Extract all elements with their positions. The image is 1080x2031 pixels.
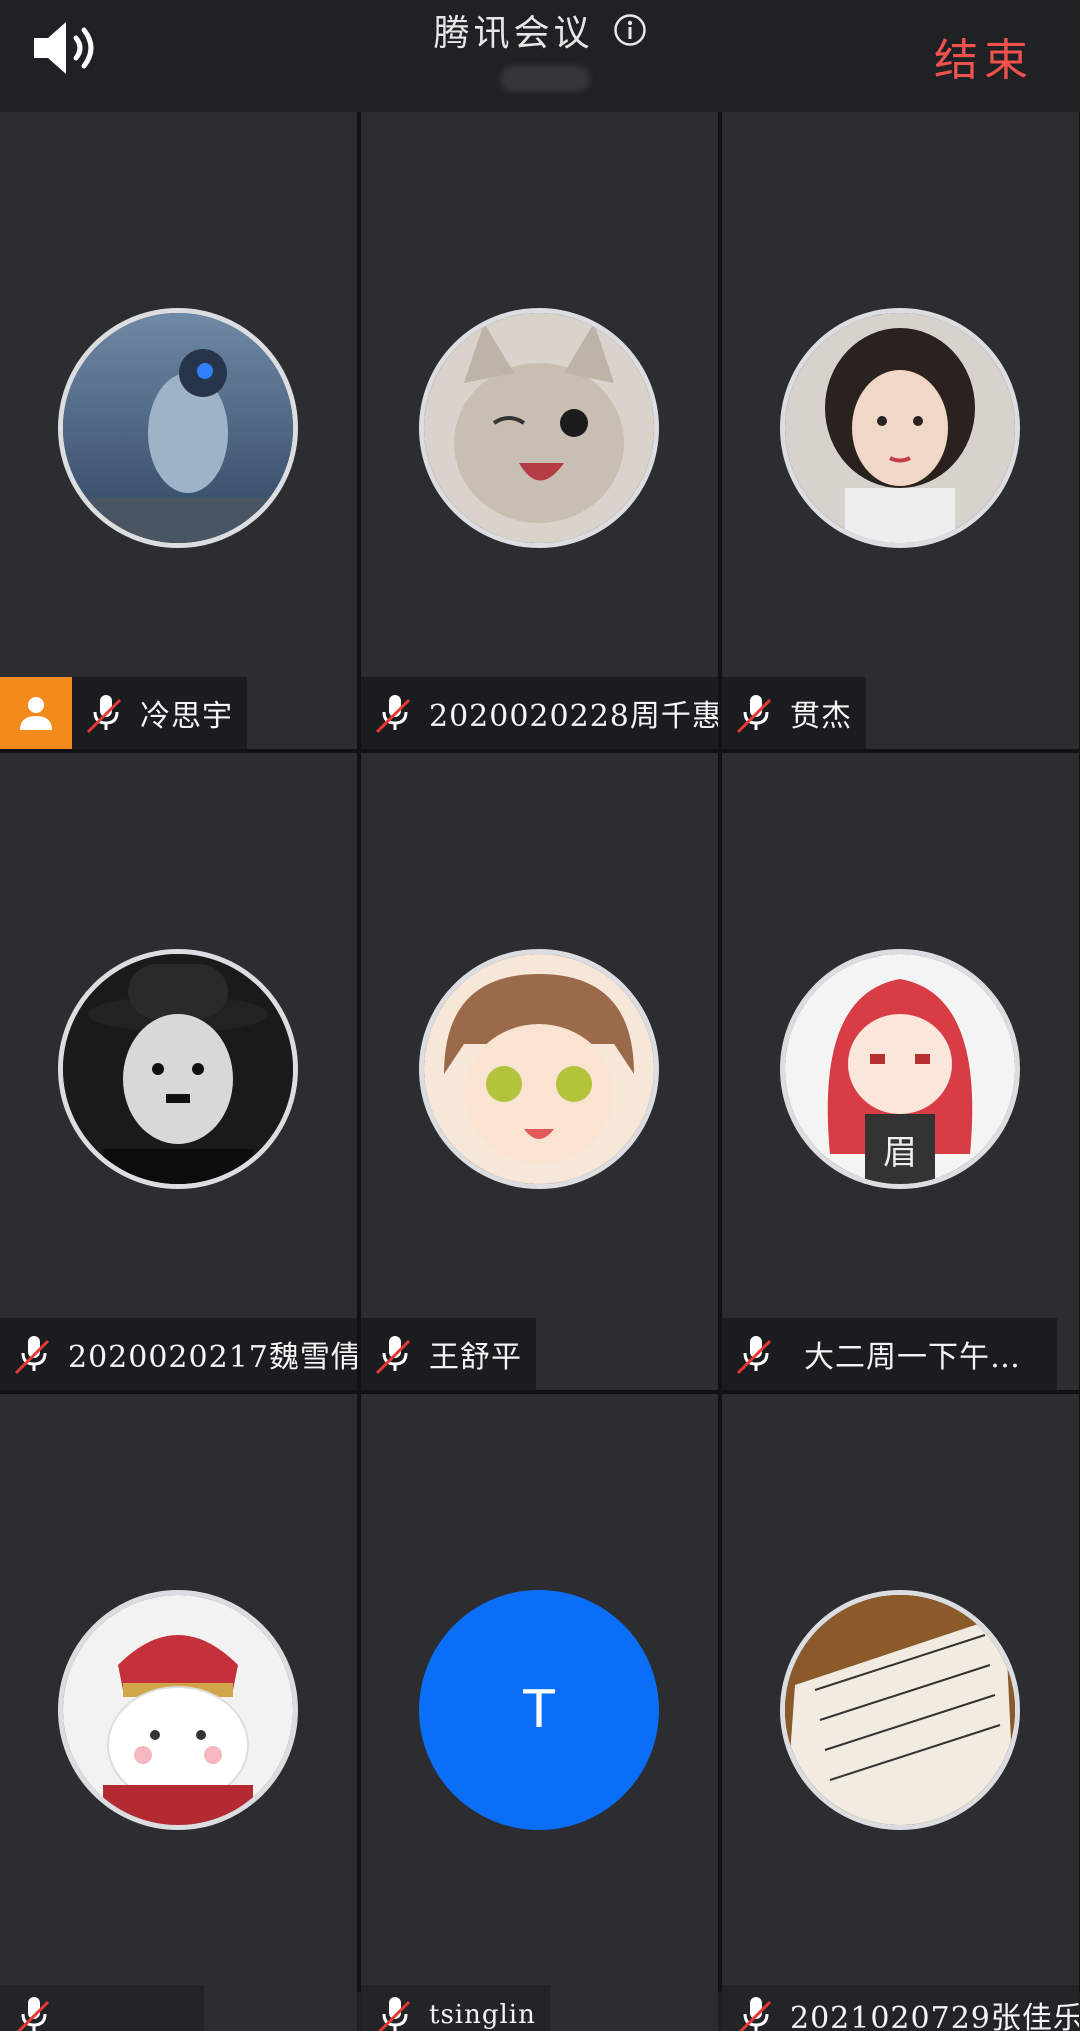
mic-muted-icon — [14, 1336, 50, 1375]
participant-tile[interactable]: T tsinglin — [361, 1394, 718, 2031]
participant-tile[interactable] — [0, 1394, 357, 2031]
participant-tile[interactable]: 2020020228周千惠 — [361, 112, 718, 749]
top-bar: 腾讯会议 结束 — [0, 0, 1080, 112]
mic-muted-icon — [377, 1997, 411, 2031]
person-icon — [20, 697, 52, 730]
host-badge — [0, 677, 72, 749]
participant-tile[interactable]: 冷思宇 — [0, 112, 357, 749]
mic-muted-icon — [86, 695, 122, 734]
anime-boy-avatar — [419, 949, 659, 1189]
participant-grid: 冷思宇 2020020228周千惠 贯杰 2020020217魏雪倩 王舒平 眉… — [0, 112, 1080, 2031]
handwriting-notebook-avatar — [780, 1590, 1020, 1830]
avatar-letter: T — [523, 1680, 555, 1740]
letter-avatar: T — [419, 1590, 659, 1830]
participant-name: 王舒平 — [429, 1340, 522, 1375]
participant-name: 贯杰 — [790, 699, 852, 734]
end-meeting-button[interactable]: 结束 — [934, 24, 1034, 88]
participant-name: tsinglin — [429, 2000, 536, 2030]
mic-muted-icon — [736, 1336, 772, 1375]
girl-portrait-avatar — [780, 308, 1020, 548]
mic-muted-icon — [16, 1997, 50, 2031]
kitten-avatar — [419, 308, 659, 548]
participant-name: 大二周一下午… — [804, 1340, 1021, 1375]
svg-text:眉: 眉 — [883, 1133, 917, 1173]
participant-name: 2021020729张佳乐 — [790, 2001, 1079, 2031]
mic-muted-icon — [375, 695, 411, 734]
participant-tile[interactable]: 2021020729张佳乐 — [722, 1394, 1079, 2031]
hamster-soldier-avatar — [58, 1590, 298, 1830]
mic-muted-icon — [736, 695, 772, 734]
meeting-title: 腾讯会议 — [433, 13, 594, 54]
participant-name: 2020020217魏雪倩 — [68, 1340, 357, 1375]
participant-tile[interactable]: 王舒平 — [361, 753, 718, 1390]
anime-girl-red-hair-avatar: 眉 — [780, 949, 1020, 1189]
participant-tile[interactable]: 贯杰 — [722, 112, 1079, 749]
participant-name: 2020020228周千惠 — [429, 699, 718, 734]
participant-name: 冷思宇 — [140, 699, 233, 734]
participant-tile[interactable]: 2020020217魏雪倩 — [0, 753, 357, 1390]
chaplin-avatar — [58, 949, 298, 1189]
mic-muted-icon — [738, 1997, 772, 2031]
participant-tile[interactable]: 眉 大二周一下午… — [722, 753, 1079, 1390]
info-icon[interactable] — [613, 13, 647, 47]
mic-muted-icon — [375, 1336, 411, 1375]
meeting-id-blurred — [500, 66, 590, 92]
astronaut-avatar — [58, 308, 298, 548]
